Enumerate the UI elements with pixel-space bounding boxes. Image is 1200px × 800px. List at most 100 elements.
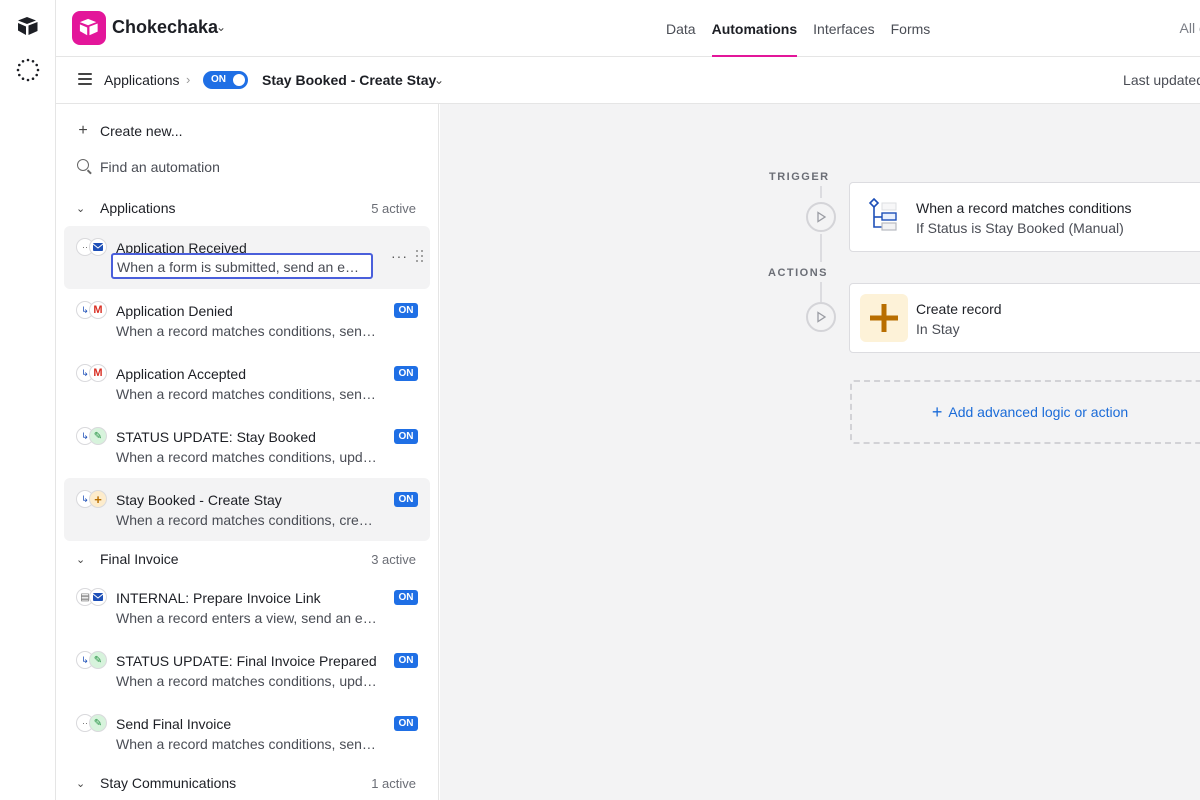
item-description: When a record matches conditions, upda..… — [116, 449, 380, 465]
group-name: Applications — [100, 200, 176, 216]
on-badge: ON — [394, 590, 418, 605]
item-icons: ↳ ✎ — [76, 651, 110, 669]
item-description: When a record matches conditions, send .… — [116, 736, 380, 752]
tab-interfaces[interactable]: Interfaces — [805, 0, 882, 57]
item-title: INTERNAL: Prepare Invoice Link — [116, 590, 321, 606]
base-icon[interactable] — [72, 11, 106, 45]
action-card[interactable]: Create record In Stay — [849, 283, 1200, 353]
item-description: When a record matches conditions, upda..… — [116, 673, 380, 689]
group-header-final-invoice[interactable]: ⌄ Final Invoice 3 active — [76, 549, 416, 569]
item-icons: ↳ M — [76, 301, 110, 319]
drag-handle-icon[interactable] — [416, 250, 424, 262]
item-icons: ↳ + — [76, 490, 110, 508]
add-logic-or-action-button[interactable]: + Add advanced logic or action — [850, 380, 1200, 444]
automations-sidebar: + Create new... Find an automation ⌄ App… — [56, 104, 439, 800]
last-updated-text: Last updated — [1123, 72, 1200, 88]
item-title: Send Final Invoice — [116, 716, 232, 732]
create-record-plus-icon — [860, 294, 908, 342]
list-item[interactable]: ▤ INTERNAL: Prepare Invoice Link When a … — [64, 576, 430, 639]
test-trigger-play-icon[interactable] — [806, 202, 836, 232]
trigger-label: TRIGGER — [769, 171, 830, 183]
trigger-title: When a record matches conditions — [916, 200, 1132, 216]
action-title: Create record — [916, 301, 1002, 317]
item-title: Stay Booked - Create Stay — [116, 492, 282, 508]
base-name[interactable]: Chokechaka — [112, 17, 218, 38]
connector-line — [820, 282, 822, 302]
group-count: 5 active — [371, 200, 416, 216]
top-bar: Chokechaka ⌄ Data Automations Interfaces… — [56, 0, 1200, 57]
gmail-icon: M — [89, 364, 107, 382]
item-icons: ↳ ✎ — [76, 427, 110, 445]
all-changes-link[interactable]: All c — [1180, 20, 1200, 36]
action-subtitle: In Stay — [916, 321, 960, 337]
pencil-icon: ✎ — [89, 714, 107, 732]
breadcrumb[interactable]: Applications — [104, 72, 180, 88]
on-badge: ON — [394, 366, 418, 381]
on-badge: ON — [394, 429, 418, 444]
email-icon — [89, 588, 107, 606]
more-options-icon[interactable]: ··· — [391, 248, 408, 264]
group-name: Stay Communications — [100, 775, 237, 791]
group-header-stay-communications[interactable]: ⌄ Stay Communications 1 active — [76, 773, 416, 793]
item-description: When a record matches conditions, send .… — [116, 386, 380, 402]
tab-data[interactable]: Data — [658, 0, 704, 57]
item-icons: ·· — [76, 238, 110, 256]
toggle-label: ON — [211, 74, 226, 85]
plus-icon: + — [89, 490, 107, 508]
group-header-applications[interactable]: ⌄ Applications 5 active — [76, 198, 416, 218]
tab-forms[interactable]: Forms — [883, 0, 939, 57]
chevron-down-icon: ⌄ — [76, 777, 86, 790]
search-placeholder: Find an automation — [100, 159, 220, 175]
item-title: Application Denied — [116, 303, 233, 319]
automation-on-toggle[interactable]: ON — [203, 71, 248, 89]
pencil-icon: ✎ — [89, 651, 107, 669]
list-item[interactable]: ↳ ✎ STATUS UPDATE: Stay Booked When a re… — [64, 415, 430, 478]
add-logic-label: Add advanced logic or action — [948, 404, 1129, 420]
pencil-icon: ✎ — [89, 427, 107, 445]
loading-spinner-icon — [16, 58, 40, 82]
chevron-down-icon: ⌄ — [76, 202, 86, 215]
list-item[interactable]: ↳ ✎ STATUS UPDATE: Final Invoice Prepare… — [64, 639, 430, 702]
chevron-down-icon[interactable]: ⌄ — [434, 73, 444, 87]
search-input[interactable]: Find an automation — [76, 158, 220, 176]
automation-canvas: TRIGGER When a record matches conditions… — [440, 104, 1200, 800]
item-description: When a record enters a view, send an ema… — [116, 610, 380, 626]
create-new-label: Create new... — [100, 123, 183, 139]
item-icons: ↳ M — [76, 364, 110, 382]
item-icons: ▤ — [76, 588, 110, 606]
item-title: STATUS UPDATE: Final Invoice Prepared — [116, 653, 377, 669]
group-count: 1 active — [371, 775, 416, 791]
automation-header: Applications › ON Stay Booked - Create S… — [56, 57, 1200, 104]
gmail-icon: M — [89, 301, 107, 319]
item-description: When a record matches conditions, send .… — [116, 323, 380, 339]
on-badge: ON — [394, 492, 418, 507]
top-nav: Data Automations Interfaces Forms — [658, 0, 938, 57]
chevron-down-icon[interactable]: ⌄ — [216, 20, 226, 34]
list-item[interactable]: ·· Application Received When a form is s… — [64, 226, 430, 289]
tab-automations[interactable]: Automations — [704, 0, 806, 57]
list-item[interactable]: ·· ✎ Send Final Invoice When a record ma… — [64, 702, 430, 765]
search-icon-wrap — [76, 158, 90, 176]
email-icon — [89, 238, 107, 256]
group-name: Final Invoice — [100, 551, 179, 567]
connector-line — [820, 186, 822, 198]
airtable-logo-icon[interactable] — [16, 16, 40, 38]
actions-label: ACTIONS — [768, 267, 828, 279]
hamburger-menu-icon[interactable] — [78, 73, 92, 85]
plus-icon: + — [78, 122, 88, 139]
description-edit-field[interactable]: When a form is submitted, send an ema... — [111, 253, 373, 279]
list-item-selected[interactable]: ↳ + Stay Booked - Create Stay When a rec… — [64, 478, 430, 541]
test-action-play-icon[interactable] — [806, 302, 836, 332]
trigger-card[interactable]: When a record matches conditions If Stat… — [849, 182, 1200, 252]
list-item[interactable]: ↳ M Application Denied When a record mat… — [64, 289, 430, 352]
create-new-button[interactable]: + Create new... — [76, 122, 183, 140]
automation-title[interactable]: Stay Booked - Create Stay — [262, 72, 436, 88]
list-item[interactable]: ↳ M Application Accepted When a record m… — [64, 352, 430, 415]
on-badge: ON — [394, 303, 418, 318]
item-title: Application Accepted — [116, 366, 246, 382]
item-description: When a record matches conditions, creat.… — [116, 512, 380, 528]
conditions-icon — [860, 193, 908, 241]
on-badge: ON — [394, 653, 418, 668]
chevron-down-icon: ⌄ — [76, 553, 86, 566]
search-icon — [77, 159, 89, 171]
